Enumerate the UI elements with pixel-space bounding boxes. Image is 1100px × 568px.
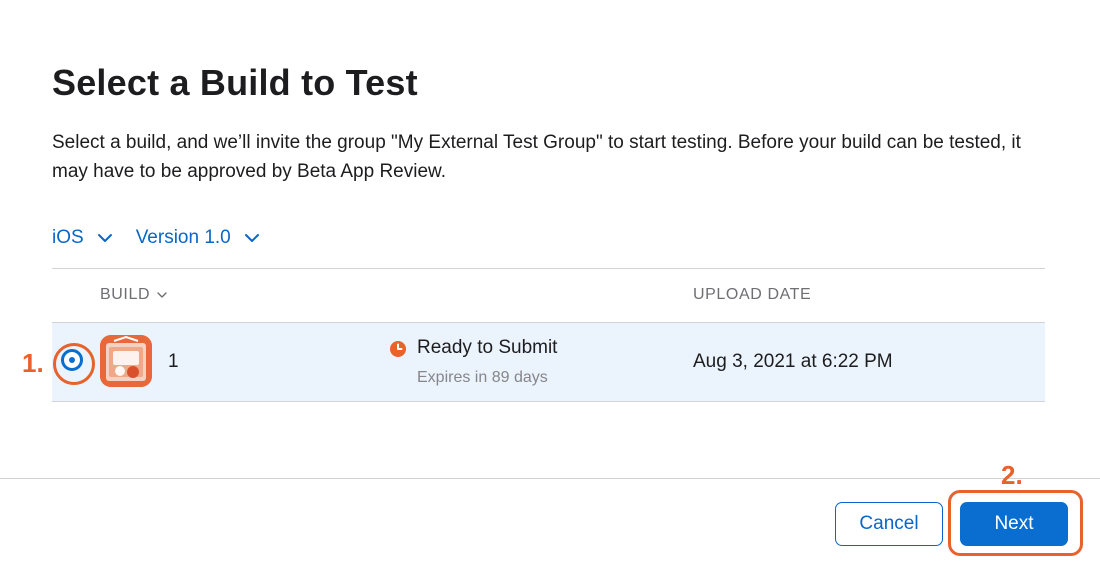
platform-dropdown-label: iOS xyxy=(52,227,84,248)
chevron-down-icon xyxy=(97,234,112,242)
step-2-highlight-ring xyxy=(948,490,1083,556)
chevron-down-icon xyxy=(157,292,167,298)
select-build-dialog: Select a Build to Test Select a build, a… xyxy=(0,0,1100,568)
dialog-title: Select a Build to Test xyxy=(52,62,418,103)
table-top-divider xyxy=(52,268,1045,269)
status-label: Ready to Submit xyxy=(417,337,558,358)
step-1-highlight-ring xyxy=(53,343,95,385)
clock-icon xyxy=(390,341,406,357)
build-filters: iOS Version 1.0 xyxy=(52,224,283,252)
upload-date: Aug 3, 2021 at 6:22 PM xyxy=(693,351,893,372)
version-dropdown[interactable]: Version 1.0 xyxy=(136,227,261,249)
column-header-build[interactable]: BUILD xyxy=(100,286,168,304)
footer-divider xyxy=(0,478,1100,479)
step-1-annotation: 1. xyxy=(22,348,44,378)
version-dropdown-label: Version 1.0 xyxy=(135,227,231,248)
platform-dropdown[interactable]: iOS xyxy=(52,227,114,249)
app-icon-artwork xyxy=(100,335,152,387)
column-header-upload-date: UPLOAD DATE xyxy=(693,286,812,303)
table-row[interactable]: 1 Ready to Submit Expires in 89 days Aug… xyxy=(52,323,1045,402)
chevron-down-icon xyxy=(244,234,259,242)
column-header-build-label: BUILD xyxy=(100,286,151,303)
builds-table: BUILD UPLOAD DATE 1 Ready to Submit Expi… xyxy=(52,268,1045,402)
dialog-description: Select a build, and we’ll invite the gro… xyxy=(52,132,1021,182)
step-2-annotation: 2. xyxy=(1001,460,1023,490)
cancel-button[interactable]: Cancel xyxy=(835,502,943,546)
status-detail: Expires in 89 days xyxy=(417,369,548,386)
build-number: 1 xyxy=(168,351,179,372)
app-icon xyxy=(100,335,152,387)
